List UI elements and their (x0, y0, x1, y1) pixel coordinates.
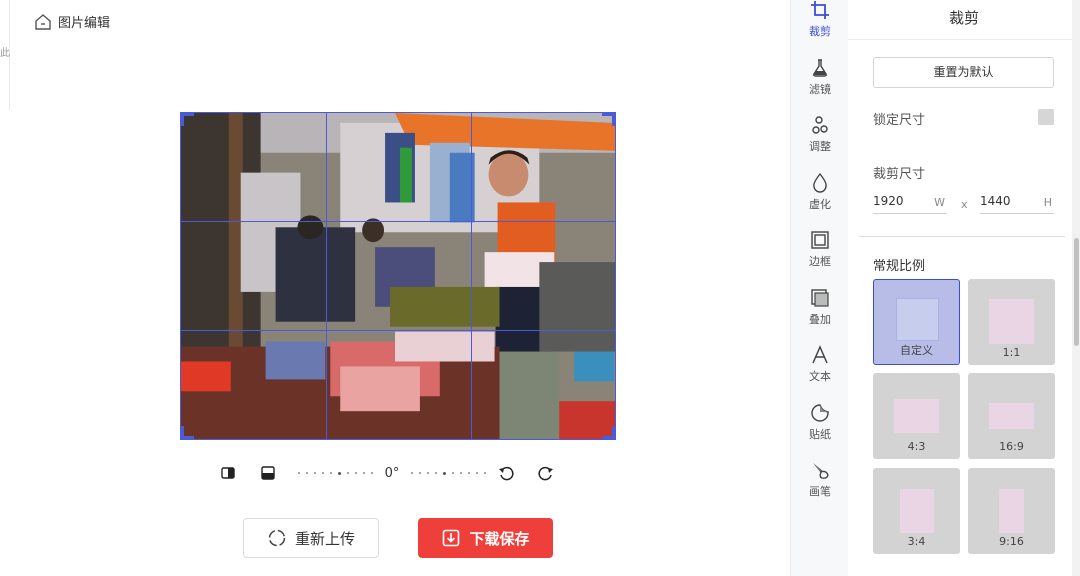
rotation-angle: 0° (384, 465, 400, 481)
rail-item-label: 滤镜 (809, 83, 831, 96)
ratio-custom[interactable]: 自定义 (873, 279, 960, 365)
crop-panel: 裁剪 重置为默认 锁定尺寸 裁剪尺寸 1920 W x 1440 H 常规比例 … (848, 0, 1080, 576)
rail-item-sticker[interactable]: 贴纸 (791, 403, 849, 453)
download-save-label: 下载保存 (469, 529, 530, 548)
size-separator: x (961, 198, 968, 211)
rotation-slider-left[interactable] (298, 471, 373, 475)
panel-scrollbar-thumb[interactable] (1074, 238, 1079, 346)
tool-rail: 裁剪 滤镜 调整 虚化 边框 叠加 文本 贴纸 画笔 (790, 0, 848, 576)
frame-icon (811, 231, 829, 249)
ratio-preview (900, 489, 934, 533)
download-icon (443, 529, 460, 547)
flip-vertical-icon (261, 466, 275, 480)
crop-grid-line (326, 113, 327, 439)
rail-item-label: 裁剪 (809, 25, 831, 38)
crop-grid-line (181, 221, 615, 222)
panel-title: 裁剪 (848, 0, 1080, 40)
rail-item-blur[interactable]: 虚化 (791, 173, 849, 223)
reupload-label: 重新上传 (294, 529, 355, 548)
rail-item-overlay[interactable]: 叠加 (791, 288, 849, 338)
text-icon (812, 345, 828, 364)
panel-divider (859, 236, 1065, 237)
rotate-right-button[interactable] (532, 460, 560, 486)
sticker-icon (811, 404, 829, 422)
ratio-preview (989, 299, 1034, 344)
ratio-16-9[interactable]: 16:9 (968, 373, 1055, 459)
filter-flask-icon (813, 59, 827, 77)
crop-handle-bottom-left[interactable] (181, 426, 194, 439)
flip-vertical-button[interactable] (254, 460, 282, 486)
crop-grid-line (471, 113, 472, 439)
rail-item-label: 调整 (809, 140, 831, 153)
ratio-label: 自定义 (900, 344, 933, 357)
home-icon (35, 13, 51, 30)
brush-icon (813, 463, 829, 479)
left-edge-text: 此 (0, 48, 10, 59)
rail-item-label: 虚化 (809, 198, 831, 211)
refresh-icon (268, 529, 286, 547)
ratio-label: 3:4 (907, 535, 926, 548)
rotate-toolbar: 0° (214, 460, 584, 486)
width-field[interactable]: 1920 W (873, 192, 947, 214)
rail-item-label: 贴纸 (809, 428, 831, 441)
lock-size-label: 锁定尺寸 (873, 113, 926, 128)
ratio-4-3[interactable]: 4:3 (873, 373, 960, 459)
ratio-preview (896, 298, 939, 341)
ratio-preview (989, 403, 1034, 429)
rail-item-crop[interactable]: 裁剪 (791, 0, 849, 50)
rotate-left-button[interactable] (492, 460, 520, 486)
flip-horizontal-icon (221, 467, 235, 479)
rail-item-label: 边框 (809, 255, 831, 268)
rotate-left-icon (499, 466, 514, 481)
adjust-icon (812, 116, 828, 134)
crop-size-label: 裁剪尺寸 (873, 167, 926, 182)
crop-handle-top-left[interactable] (181, 113, 194, 126)
ratio-label: 4:3 (907, 440, 926, 453)
ratios-title: 常规比例 (873, 259, 926, 274)
rail-item-filter[interactable]: 滤镜 (791, 58, 849, 108)
ratio-label: 9:16 (999, 535, 1024, 548)
rotation-slider-right[interactable] (411, 471, 486, 475)
ratio-label: 1:1 (1002, 346, 1021, 359)
app-title[interactable]: 图片编辑 (34, 12, 110, 31)
reupload-button[interactable]: 重新上传 (243, 518, 379, 558)
lock-size-checkbox[interactable] (1038, 109, 1054, 125)
overlay-icon (811, 289, 829, 307)
rotate-right-icon (538, 466, 553, 481)
blur-drop-icon (813, 173, 827, 193)
left-edge-panel: 此 (0, 0, 10, 110)
height-value: 1440 (980, 194, 1011, 208)
rail-item-label: 画笔 (809, 485, 831, 498)
reset-default-button[interactable]: 重置为默认 (873, 57, 1054, 88)
width-value: 1920 (873, 194, 904, 208)
crop-icon (811, 1, 829, 19)
rail-item-label: 叠加 (809, 313, 831, 326)
crop-handle-bottom-right[interactable] (602, 426, 615, 439)
market-photo (181, 113, 615, 439)
ratio-1-1[interactable]: 1:1 (968, 279, 1055, 365)
rail-item-adjust[interactable]: 调整 (791, 115, 849, 165)
ratio-label: 16:9 (999, 440, 1024, 453)
download-save-button[interactable]: 下载保存 (418, 518, 553, 558)
rail-item-frame[interactable]: 边框 (791, 230, 849, 280)
rail-item-brush[interactable]: 画笔 (791, 460, 849, 510)
app-title-text: 图片编辑 (58, 16, 111, 31)
height-unit: H (1043, 196, 1052, 209)
width-unit: W (934, 196, 945, 209)
crop-grid-line (181, 330, 615, 331)
ratio-preview (894, 399, 939, 433)
height-field[interactable]: 1440 H (980, 192, 1054, 214)
rail-item-label: 文本 (809, 370, 831, 383)
rail-item-text[interactable]: 文本 (791, 345, 849, 395)
crop-handle-top-right[interactable] (602, 113, 615, 126)
ratio-3-4[interactable]: 3:4 (873, 468, 960, 554)
ratio-preview (999, 489, 1024, 533)
ratio-9-16[interactable]: 9:16 (968, 468, 1055, 554)
flip-horizontal-button[interactable] (214, 460, 242, 486)
crop-canvas[interactable] (180, 112, 616, 440)
